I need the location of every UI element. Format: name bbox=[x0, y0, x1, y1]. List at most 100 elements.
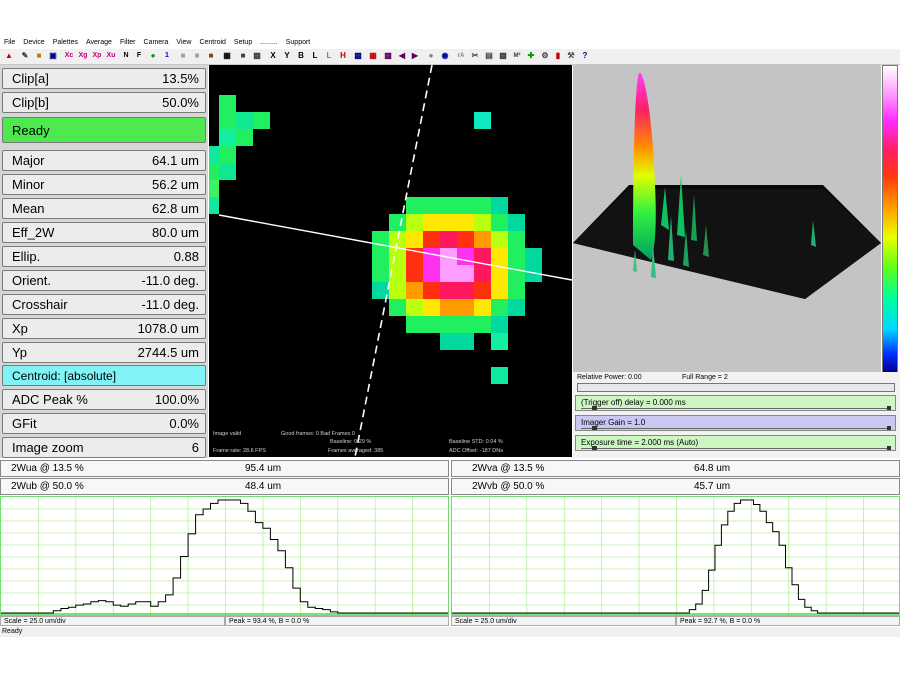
mono-view-icon[interactable]: ■ bbox=[238, 51, 248, 61]
beam-pixel bbox=[440, 231, 457, 248]
y-axis-button[interactable]: Y bbox=[282, 51, 292, 61]
profile-plot-u bbox=[0, 496, 449, 616]
h-button[interactable]: H bbox=[338, 51, 348, 61]
beam-pixel bbox=[423, 282, 440, 299]
menu-centroid[interactable]: Centroid bbox=[199, 37, 225, 49]
beam-pixel bbox=[219, 129, 236, 146]
x-axis-button[interactable]: X bbox=[268, 51, 278, 61]
exposure-time-slider[interactable]: Exposure time = 2.000 ms (Auto) bbox=[575, 435, 896, 451]
frames-averaged-text: Frames averaged: 385 bbox=[328, 448, 384, 454]
save-icon[interactable]: ▣ bbox=[48, 51, 58, 61]
print-icon[interactable]: ▤ bbox=[484, 51, 494, 61]
beam-pixel bbox=[457, 197, 474, 214]
up-arrow-icon[interactable]: ▲ bbox=[4, 51, 14, 61]
beam-pixel bbox=[406, 299, 423, 316]
menu-palettes[interactable]: Palettes bbox=[53, 37, 78, 49]
m2-icon[interactable]: M² bbox=[512, 51, 522, 61]
result-orient: Orient. -11.0 deg. bbox=[2, 270, 206, 291]
menu-average[interactable]: Average bbox=[86, 37, 112, 49]
beam-pixel bbox=[209, 146, 219, 163]
result-yp: Yp 2744.5 um bbox=[2, 342, 206, 363]
menu-camera[interactable]: Camera bbox=[144, 37, 169, 49]
f-button[interactable]: F bbox=[134, 51, 144, 61]
beam-pixel bbox=[236, 129, 253, 146]
record-icon[interactable]: ■ bbox=[192, 51, 202, 61]
trigger-delay-slider[interactable]: (Trigger off) delay = 0.000 ms bbox=[575, 395, 896, 411]
calendar-icon[interactable]: ▦ bbox=[368, 51, 378, 61]
beam-pixel bbox=[219, 95, 236, 112]
target-icon[interactable]: ◉ bbox=[440, 51, 450, 61]
window-icon[interactable]: ▩ bbox=[353, 51, 363, 61]
imager-gain-slider[interactable]: Imager Gain = 1.0 bbox=[575, 415, 896, 431]
profile-u-svg bbox=[1, 497, 448, 615]
xp-button[interactable]: Xp bbox=[91, 51, 103, 61]
slider-knob[interactable] bbox=[592, 426, 597, 430]
relative-power-bar bbox=[577, 383, 895, 392]
thermometer-icon[interactable]: ▮ bbox=[553, 51, 563, 61]
one-button[interactable]: 1 bbox=[162, 51, 172, 61]
beam-pixel bbox=[440, 316, 457, 333]
help-icon[interactable]: ? bbox=[580, 51, 590, 61]
matrix-icon[interactable]: ▩ bbox=[383, 51, 393, 61]
cut-icon[interactable]: ✂ bbox=[470, 51, 480, 61]
beam-peak bbox=[633, 72, 656, 260]
beam-pixel bbox=[389, 299, 406, 316]
status-text: Ready bbox=[2, 628, 23, 635]
centroid-mode-button[interactable]: Centroid: [absolute] bbox=[2, 365, 206, 386]
b-button[interactable]: B bbox=[296, 51, 306, 61]
ra-icon[interactable]: rA bbox=[456, 51, 466, 61]
slider-knob[interactable] bbox=[592, 406, 597, 410]
menu-support[interactable]: Support bbox=[286, 37, 311, 49]
search-icon[interactable]: ● bbox=[426, 51, 436, 61]
l-button[interactable]: L bbox=[310, 51, 320, 61]
open-folder-icon[interactable]: ■ bbox=[34, 51, 44, 61]
beam-pixel bbox=[508, 214, 525, 231]
beam-pixel bbox=[209, 197, 219, 214]
beam-pixel bbox=[474, 231, 491, 248]
result-major: Major 64.1 um bbox=[2, 150, 206, 171]
beam-pixel bbox=[423, 316, 440, 333]
menu-file[interactable]: File bbox=[4, 37, 15, 49]
result-crosshair: Crosshair -11.0 deg. bbox=[2, 294, 206, 315]
green-circle-icon[interactable]: ● bbox=[148, 51, 158, 61]
xg-button[interactable]: Xg bbox=[77, 51, 89, 61]
wrench-icon[interactable]: ⚙ bbox=[540, 51, 550, 61]
xc-button[interactable]: Xc bbox=[63, 51, 75, 61]
menu-dots[interactable]: ......... bbox=[260, 37, 278, 49]
summary-2wub: 2Wub @ 50.0 % 48.4 um bbox=[0, 478, 449, 495]
menu-device[interactable]: Device bbox=[23, 37, 44, 49]
beam-pixel bbox=[457, 248, 474, 265]
left-arrow-icon[interactable]: ◀ bbox=[397, 51, 407, 61]
filter-icon[interactable]: ■ bbox=[206, 51, 216, 61]
result-xp: Xp 1078.0 um bbox=[2, 318, 206, 339]
beam-3d-view[interactable] bbox=[573, 65, 881, 372]
profile-u-scale: Scale = 25.0 um/div bbox=[0, 616, 225, 626]
l2-button[interactable]: L bbox=[324, 51, 334, 61]
grid-icon[interactable]: ▦ bbox=[222, 51, 232, 61]
beam-pixel bbox=[406, 197, 423, 214]
palette-colorbar bbox=[882, 65, 898, 373]
slider-knob[interactable] bbox=[592, 446, 597, 450]
menu-setup[interactable]: Setup bbox=[234, 37, 252, 49]
beam-pixel bbox=[440, 214, 457, 231]
menu-filter[interactable]: Filter bbox=[120, 37, 136, 49]
beam-pixel bbox=[440, 299, 457, 316]
menu-view[interactable]: View bbox=[176, 37, 191, 49]
copy-icon[interactable]: ▩ bbox=[498, 51, 508, 61]
beam-pixel bbox=[389, 248, 406, 265]
controls-area: Relative Power: 0.00 Full Range = 2 (Tri… bbox=[573, 372, 900, 458]
tools-icon[interactable]: ⚒ bbox=[566, 51, 576, 61]
pencil-icon[interactable]: ✎ bbox=[20, 51, 30, 61]
split-view-icon[interactable]: ▩ bbox=[252, 51, 262, 61]
right-arrow-icon[interactable]: ▶ bbox=[410, 51, 420, 61]
result-minor: Minor 56.2 um bbox=[2, 174, 206, 195]
beam-2d-view[interactable]: Image valid Good frames: 0 Bad Frames 0 … bbox=[209, 65, 572, 457]
plus-icon[interactable]: ✚ bbox=[526, 51, 536, 61]
beam-pixel bbox=[474, 299, 491, 316]
beam-pixel bbox=[457, 231, 474, 248]
camera-icon[interactable]: ■ bbox=[178, 51, 188, 61]
result-mean: Mean 62.8 um bbox=[2, 198, 206, 219]
beam-pixel bbox=[423, 248, 440, 265]
xu-button[interactable]: Xu bbox=[105, 51, 117, 61]
n-button[interactable]: N bbox=[121, 51, 131, 61]
